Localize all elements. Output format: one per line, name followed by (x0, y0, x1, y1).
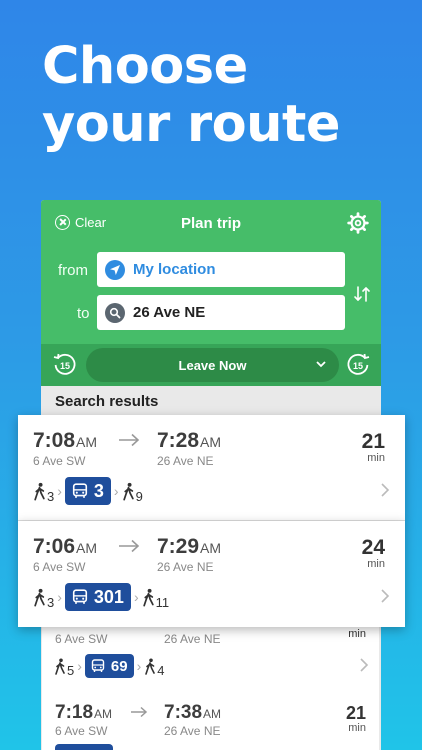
walk-leg: 4 (144, 658, 165, 678)
search-icon (105, 302, 125, 323)
walk-icon (122, 482, 134, 500)
walk-minutes: 11 (155, 594, 170, 610)
plan-trip-header: Clear Plan trip from My location to 26 A… (41, 200, 381, 344)
walk-minutes: 3 (47, 488, 55, 504)
location-arrow-icon (105, 259, 125, 280)
to-stop: 26 Ave NE (157, 560, 214, 574)
page-title: Plan trip (180, 215, 241, 232)
walk-icon (55, 658, 65, 675)
result-card-2[interactable]: 7:06AM 7:29AM 6 Ave SW 26 Ave NE 24 min … (18, 521, 405, 627)
leg-separator: › (77, 658, 82, 674)
result-card-4[interactable]: 7:18AM 7:38AM 6 Ave SW 26 Ave NE 21 min (42, 690, 379, 750)
leg-separator: › (133, 589, 139, 605)
arrow-right-icon (119, 539, 140, 553)
leg-separator: › (136, 658, 142, 674)
bus-route-badge: 3 (64, 477, 111, 505)
chevron-right-icon (381, 589, 390, 603)
from-stop: 6 Ave SW (33, 560, 86, 574)
walk-icon (34, 482, 45, 500)
to-stop: 26 Ave NE (164, 724, 221, 738)
arrive-time: 7:29AM (157, 535, 222, 558)
leave-time-bar: 15 Leave Now 15 (41, 344, 381, 386)
chevron-right-icon (381, 483, 390, 497)
bus-route-badge: 301 (64, 583, 131, 611)
trip-duration: 21 min (345, 703, 366, 734)
walk-minutes: 9 (135, 488, 143, 504)
top-bar: Clear Plan trip (41, 200, 381, 246)
headline-line-2: your route (42, 95, 340, 154)
walk-leg: 9 (122, 482, 143, 504)
headline: Choose your route (42, 38, 340, 154)
from-value: My location (133, 261, 216, 278)
trip-legs: 3 › 301 › 11 (33, 583, 169, 611)
chevron-right-icon (360, 658, 369, 672)
chevron-down-icon (316, 361, 326, 368)
walk-leg: 11 (142, 588, 170, 610)
walk-minutes: 3 (47, 594, 55, 610)
bus-route-badge: 69 (84, 654, 134, 678)
arrive-time: 7:38AM (164, 702, 222, 723)
bus-icon (72, 483, 87, 498)
route-number: 69 (110, 657, 128, 675)
walk-icon (142, 588, 154, 606)
route-number: 301 (93, 586, 124, 607)
walk-minutes: 4 (157, 662, 165, 678)
trip-duration: 24 min (361, 536, 385, 570)
leave-now-label: Leave Now (178, 357, 247, 373)
trip-legs: 3 › 3 › 9 (33, 477, 143, 505)
depart-time: 7:06AM (33, 535, 98, 558)
forward-offset: 15 (353, 361, 363, 371)
depart-time: 7:08AM (33, 429, 98, 452)
walk-leg: 3 (33, 588, 55, 610)
leg-separator: › (57, 589, 62, 605)
back-offset: 15 (60, 361, 70, 371)
trip-duration: 21 min (361, 430, 385, 464)
from-stop: 6 Ave SW (55, 632, 108, 646)
leg-separator: › (113, 483, 119, 499)
arrow-right-icon (119, 433, 140, 447)
depart-time: 7:18AM (55, 702, 113, 723)
walk-leg: 3 (33, 482, 55, 504)
walk-leg: 5 (54, 658, 75, 678)
swap-icon[interactable] (353, 285, 371, 303)
gear-icon[interactable] (347, 212, 369, 234)
headline-line-1: Choose (42, 37, 248, 96)
trip-legs: 5 › 69 › 4 (54, 654, 165, 678)
to-label: to (77, 305, 90, 322)
from-stop: 6 Ave SW (33, 454, 86, 468)
arrow-right-icon (131, 706, 148, 718)
walk-icon (145, 658, 156, 675)
to-stop: 26 Ave NE (164, 632, 221, 646)
bus-route-badge (55, 744, 113, 750)
to-field[interactable]: 26 Ave NE (97, 295, 345, 330)
search-results-title: Search results (55, 393, 159, 410)
leave-now-dropdown[interactable]: Leave Now (86, 348, 339, 382)
walk-minutes: 5 (67, 662, 75, 678)
from-field[interactable]: My location (97, 252, 345, 287)
route-number: 3 (93, 480, 104, 501)
to-value: 26 Ave NE (133, 304, 206, 321)
back-15-clock-icon[interactable]: 15 (52, 352, 78, 378)
from-label: from (58, 262, 88, 279)
bus-icon (91, 659, 105, 672)
forward-15-clock-icon[interactable]: 15 (345, 352, 371, 378)
to-stop: 26 Ave NE (157, 454, 214, 468)
result-card-1[interactable]: 7:08AM 7:28AM 6 Ave SW 26 Ave NE 21 min … (18, 415, 405, 521)
arrive-time: 7:28AM (157, 429, 222, 452)
walk-icon (34, 588, 45, 606)
duration-unit: min (348, 628, 366, 640)
from-stop: 6 Ave SW (55, 724, 108, 738)
leg-separator: › (57, 483, 62, 499)
bus-icon (72, 589, 87, 604)
